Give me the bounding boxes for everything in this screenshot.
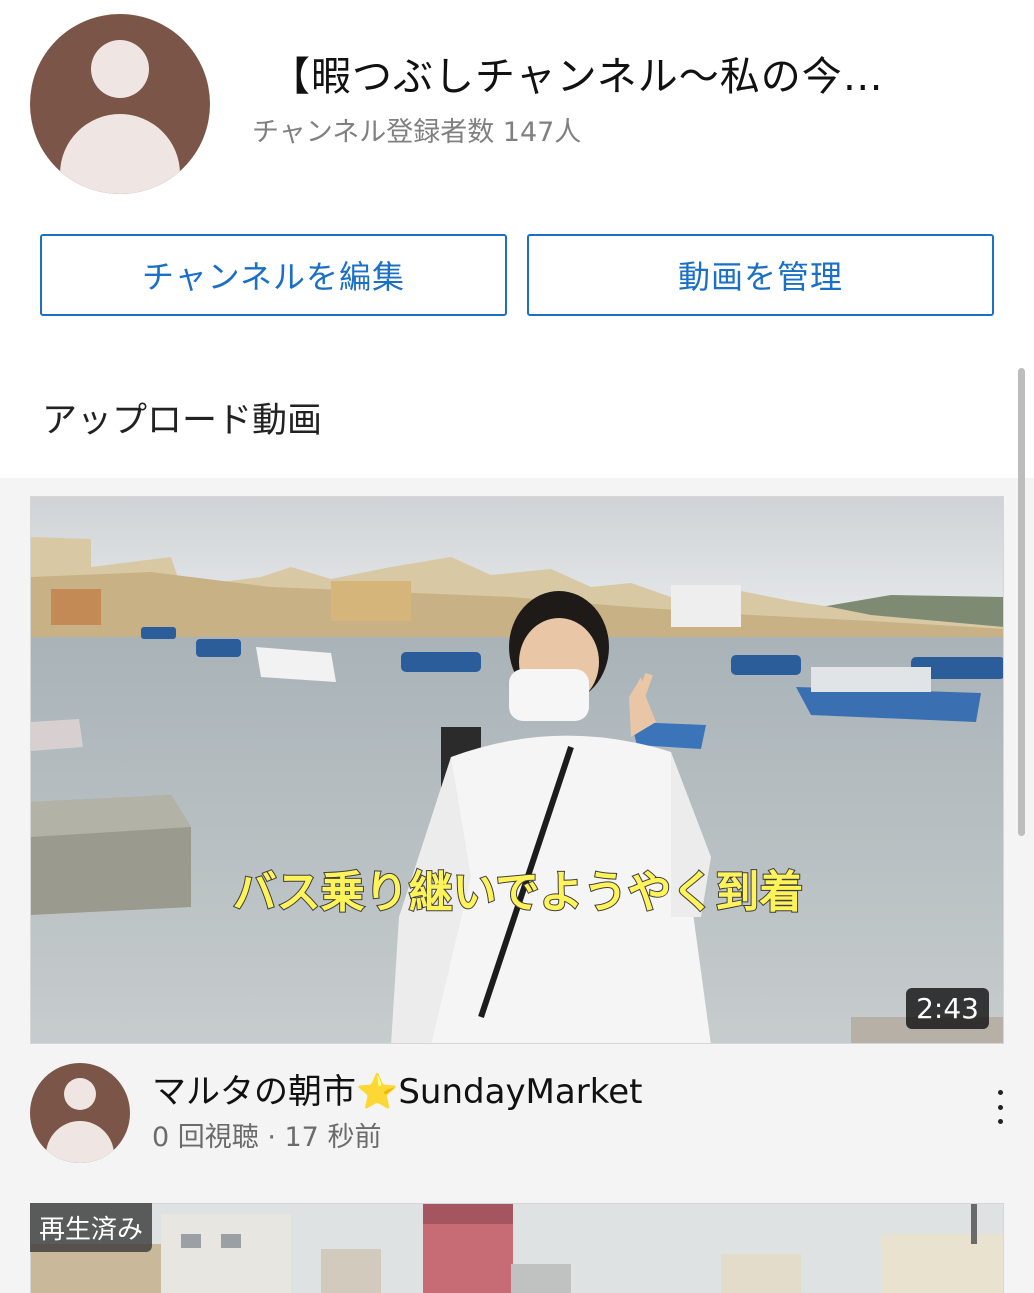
- avatar-body: [46, 1121, 114, 1163]
- uploads-section-title: アップロード動画: [42, 401, 323, 441]
- avatar-head: [64, 1078, 96, 1110]
- avatar-body: [60, 114, 180, 194]
- channel-header: 【暇つぶしチャンネル〜私の今… チャンネル登録者数 147人: [0, 0, 1034, 200]
- video-caption: バス乗り継いでようやく到着: [233, 867, 804, 918]
- thumbnail-image: [31, 1204, 1003, 1293]
- video-title-prefix: マルタの朝市: [152, 1072, 356, 1112]
- video-thumbnail[interactable]: [30, 1203, 1004, 1293]
- video-meta: 0 回視聴 · 17 秒前: [152, 1122, 382, 1153]
- star-icon: ⭐: [356, 1072, 399, 1112]
- dot: [997, 1119, 1003, 1124]
- channel-title: 【暇つぶしチャンネル〜私の今…: [270, 54, 884, 100]
- scrollbar[interactable]: [1018, 368, 1025, 836]
- manage-videos-button[interactable]: 動画を管理: [527, 234, 994, 316]
- avatar-head: [91, 40, 149, 98]
- dot: [997, 1104, 1003, 1110]
- video-title[interactable]: マルタの朝市⭐SundayMarket: [152, 1064, 642, 1113]
- channel-avatar[interactable]: [30, 14, 210, 194]
- edit-channel-button[interactable]: チャンネルを編集: [40, 234, 507, 316]
- thumbnail-image: バス乗り継いでようやく到着: [31, 497, 1003, 1043]
- subscriber-count: チャンネル登録者数 147人: [252, 117, 582, 148]
- video-title-suffix: SundayMarket: [398, 1072, 643, 1112]
- dot: [997, 1090, 1003, 1095]
- duration-badge: 2:43: [906, 988, 989, 1029]
- video-channel-avatar[interactable]: [30, 1063, 130, 1163]
- video-thumbnail[interactable]: バス乗り継いでようやく到着 2:43: [30, 496, 1004, 1044]
- watched-badge: 再生済み: [30, 1203, 153, 1252]
- more-options-icon[interactable]: [990, 1090, 1010, 1124]
